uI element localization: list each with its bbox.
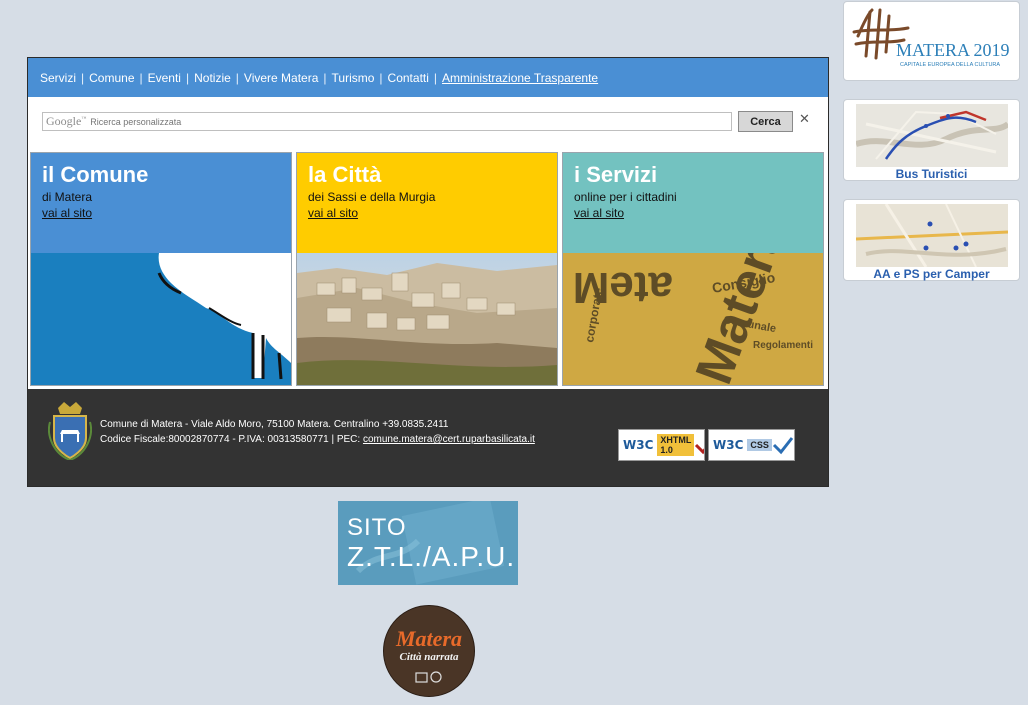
camper-link[interactable]: AA e PS per Camper xyxy=(844,267,1019,281)
nav-separator: | xyxy=(185,70,190,85)
google-logo-text: Google xyxy=(46,114,82,128)
matera-2019-logo: MATERA 2019 CAPITALE EUROPEA DELLA CULTU… xyxy=(852,8,1010,68)
camper-widget[interactable]: AA e PS per Camper xyxy=(843,199,1020,281)
panel-citta-subtitle: dei Sassi e della Murgia xyxy=(308,190,436,204)
panel-servizi[interactable]: i Servizi online per i cittadini vai al … xyxy=(562,152,824,386)
panel-servizi-subtitle: online per i cittadini xyxy=(574,190,677,204)
top-navigation: Servizi | Comune | Eventi | Notizie | Vi… xyxy=(28,58,828,97)
xhtml-label: XHTML 1.0 xyxy=(657,434,695,456)
nav-notizie[interactable]: Notizie xyxy=(194,71,231,85)
w3c-xhtml-badge[interactable]: W3C XHTML 1.0 xyxy=(618,429,705,461)
footer-fiscal-line: Codice Fiscale:80002870774 - P.IVA: 0031… xyxy=(100,432,535,447)
matera-2019-subtitle: CAPITALE EUROPEA DELLA CULTURA xyxy=(900,62,1000,68)
google-logo: Google™ xyxy=(46,114,86,129)
w3c-logo-text: W3C xyxy=(713,438,744,452)
nav-separator: | xyxy=(433,70,438,85)
checkmark-icon xyxy=(772,437,794,455)
nav-servizi[interactable]: Servizi xyxy=(40,71,76,85)
footer-fiscal-codes: Codice Fiscale:80002870774 - P.IVA: 0031… xyxy=(100,434,363,445)
panel-comune-link[interactable]: vai al sito xyxy=(42,206,92,220)
pec-email-link[interactable]: comune.matera@cert.ruparbasilicata.it xyxy=(363,434,535,445)
bus-map-image xyxy=(856,104,1008,167)
nav-separator: | xyxy=(139,70,143,85)
nav-separator: | xyxy=(379,70,383,85)
nav-eventi[interactable]: Eventi xyxy=(148,71,181,85)
footer: Comune di Matera - Viale Aldo Moro, 7510… xyxy=(28,389,828,486)
google-tm: ™ xyxy=(81,117,87,122)
ztl-apu-banner[interactable]: SITO Z.T.L./A.P.U. xyxy=(338,501,518,585)
matera-2019-text: MATERA 2019 xyxy=(896,40,1010,60)
css-label: CSS xyxy=(747,439,772,451)
w3c-css-badge[interactable]: W3C CSS xyxy=(708,429,795,461)
nav-separator: | xyxy=(323,70,327,85)
panel-servizi-title: i Servizi xyxy=(574,162,658,187)
close-icon[interactable]: ✕ xyxy=(799,111,810,127)
footer-address: Comune di Matera - Viale Aldo Moro, 7510… xyxy=(100,419,449,430)
section-panels: il Comune di Matera vai al sito la Città… xyxy=(30,152,826,386)
comune-ox-image xyxy=(31,253,291,385)
nav-separator: | xyxy=(81,70,85,85)
unesco-icons xyxy=(415,671,442,683)
nav-separator: | xyxy=(235,70,239,85)
panel-comune-title: il Comune xyxy=(42,162,149,187)
bus-turistici-widget[interactable]: Bus Turistici xyxy=(843,99,1020,181)
servizi-word-cloud-image: ateM Matera Consiglio Comunale corporate… xyxy=(563,253,823,385)
footer-contact-info: Comune di Matera - Viale Aldo Moro, 7510… xyxy=(100,417,535,447)
panel-citta-link[interactable]: vai al sito xyxy=(308,206,358,220)
panel-citta[interactable]: la Città dei Sassi e della Murgia vai al… xyxy=(296,152,558,386)
panel-citta-title: la Città xyxy=(308,162,382,187)
search-input[interactable] xyxy=(90,116,691,127)
search-bar: Google™ Cerca ✕ xyxy=(28,97,828,151)
panel-comune-subtitle: di Matera xyxy=(42,190,93,204)
citta-narrata-badge[interactable]: Matera Città narrata xyxy=(383,605,475,697)
bus-turistici-link[interactable]: Bus Turistici xyxy=(844,167,1019,181)
sassi-photo xyxy=(297,253,557,385)
panel-servizi-link[interactable]: vai al sito xyxy=(574,206,624,220)
search-field[interactable]: Google™ xyxy=(42,112,732,131)
search-button[interactable]: Cerca xyxy=(738,111,793,132)
matera-2019-logo-link[interactable]: MATERA 2019 CAPITALE EUROPEA DELLA CULTU… xyxy=(843,1,1020,81)
nav-comune[interactable]: Comune xyxy=(89,71,134,85)
ztl-line1: SITO xyxy=(347,514,407,541)
nav-turismo[interactable]: Turismo xyxy=(332,71,375,85)
nav-contatti[interactable]: Contatti xyxy=(388,71,429,85)
w3c-logo-text: W3C xyxy=(623,438,654,452)
panel-comune[interactable]: il Comune di Matera vai al sito xyxy=(30,152,292,386)
ztl-line2: Z.T.L./A.P.U. xyxy=(347,541,516,572)
checkmark-icon xyxy=(695,443,704,455)
nav-vivere-matera[interactable]: Vivere Matera xyxy=(244,71,318,85)
city-crest-icon xyxy=(48,402,92,460)
nav-amministrazione-trasparente[interactable]: Amministrazione Trasparente xyxy=(442,71,598,85)
main-portal-card: Servizi | Comune | Eventi | Notizie | Vi… xyxy=(27,57,829,487)
camper-map-image xyxy=(856,204,1008,267)
